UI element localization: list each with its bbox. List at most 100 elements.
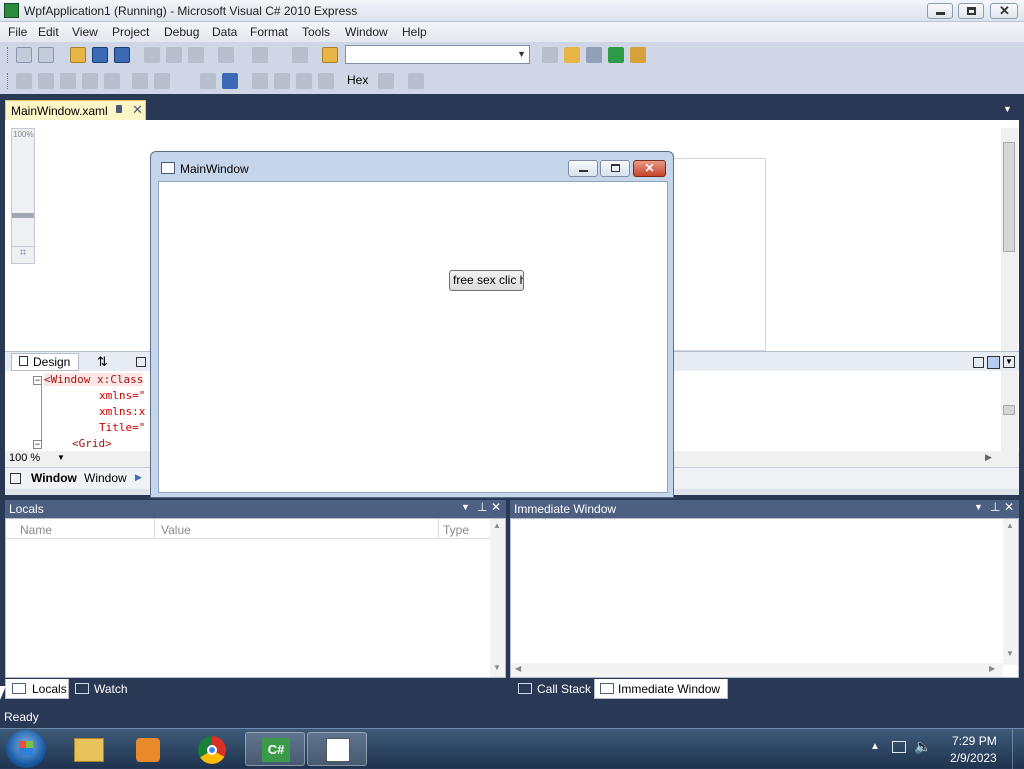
- collapse-pane-icon[interactable]: ▼: [1003, 356, 1015, 368]
- immediate-editor[interactable]: ▲ ▼ ◀ ▶: [510, 518, 1019, 678]
- bring-front-icon[interactable]: [104, 73, 120, 89]
- undo-icon[interactable]: [218, 47, 234, 63]
- menu-edit[interactable]: Edit: [38, 25, 59, 39]
- menu-debug[interactable]: Debug: [164, 25, 199, 39]
- chevron-right-icon[interactable]: ▶: [135, 472, 142, 483]
- menu-file[interactable]: File: [8, 25, 27, 39]
- running-window-button[interactable]: free sex clic h: [449, 270, 524, 291]
- scroll-right-icon[interactable]: ▶: [985, 452, 992, 463]
- step-into-icon[interactable]: [274, 73, 290, 89]
- menu-tools[interactable]: Tools: [302, 25, 330, 39]
- size-icon[interactable]: [38, 73, 54, 89]
- tools-icon[interactable]: [586, 47, 602, 63]
- toolbar-grip[interactable]: [7, 47, 10, 63]
- close-panel-icon[interactable]: ✕: [491, 500, 501, 514]
- paste-icon[interactable]: [188, 47, 204, 63]
- toolbar-grip[interactable]: [7, 73, 10, 89]
- tab-watch[interactable]: Watch: [71, 679, 141, 699]
- show-desktop-button[interactable]: [1012, 729, 1024, 769]
- close-button[interactable]: ✕: [990, 3, 1018, 19]
- zoom-slider-thumb[interactable]: [12, 213, 34, 218]
- zoom-slider[interactable]: 100%: [11, 128, 35, 248]
- tab-locals[interactable]: Locals: [5, 679, 69, 699]
- vertical-split-icon[interactable]: [973, 357, 984, 368]
- designer-vscrollbar[interactable]: [1001, 128, 1018, 352]
- column-value[interactable]: Value: [161, 523, 191, 537]
- pin-icon[interactable]: ⊥: [477, 500, 487, 514]
- pointer-icon[interactable]: [60, 73, 76, 89]
- taskbar-vs-express[interactable]: C#: [245, 732, 305, 766]
- scrollbar-thumb[interactable]: [1003, 405, 1015, 415]
- save-all-icon[interactable]: [114, 47, 130, 63]
- swap-panes-icon[interactable]: ⇅: [97, 354, 108, 370]
- add-item-icon[interactable]: [38, 47, 54, 63]
- continue-icon[interactable]: [200, 73, 216, 89]
- font-icon[interactable]: [82, 73, 98, 89]
- doc-tab-mainwindow[interactable]: MainWindow.xaml ✕: [5, 100, 146, 121]
- xaml-vscrollbar[interactable]: [1001, 371, 1018, 451]
- menu-project[interactable]: Project: [112, 25, 149, 39]
- close-panel-icon[interactable]: ✕: [1004, 500, 1014, 514]
- xaml-tab-icon[interactable]: [136, 357, 146, 367]
- menu-format[interactable]: Format: [250, 25, 288, 39]
- running-close-button[interactable]: ✕: [633, 160, 666, 177]
- immediate-vscrollbar[interactable]: ▲ ▼: [1003, 519, 1018, 665]
- menu-help[interactable]: Help: [402, 25, 427, 39]
- show-next-statement-icon[interactable]: [252, 73, 268, 89]
- close-tab-icon[interactable]: ✕: [132, 102, 143, 118]
- taskbar-wpf-app[interactable]: [307, 732, 367, 766]
- taskbar-explorer[interactable]: [58, 732, 118, 766]
- show-hidden-icons[interactable]: ▲: [870, 741, 880, 752]
- panel-menu-icon[interactable]: ▼: [974, 502, 983, 512]
- menu-window[interactable]: Window: [345, 25, 388, 39]
- step-over-icon[interactable]: [296, 73, 312, 89]
- comment-icon[interactable]: [132, 73, 148, 89]
- breadcrumb-root[interactable]: Window: [31, 471, 77, 485]
- redo-icon[interactable]: [252, 47, 268, 63]
- scrollbar-thumb[interactable]: [1003, 142, 1015, 252]
- copy-icon[interactable]: [166, 47, 182, 63]
- clock-time[interactable]: 7:29 PM: [952, 734, 997, 748]
- open-file-icon[interactable]: [70, 47, 86, 63]
- export-icon[interactable]: [608, 47, 624, 63]
- find-in-files-icon[interactable]: [322, 47, 338, 63]
- menu-data[interactable]: Data: [212, 25, 237, 39]
- column-name[interactable]: Name: [20, 523, 52, 537]
- volume-icon[interactable]: 🔈: [914, 738, 931, 755]
- fit-to-screen-icon[interactable]: ⌗: [11, 246, 35, 264]
- breakpoint-icon[interactable]: [378, 73, 394, 89]
- document-outline-icon[interactable]: [10, 473, 21, 484]
- hex-toggle[interactable]: Hex: [347, 73, 368, 87]
- output-icon[interactable]: [408, 73, 424, 89]
- breadcrumb-current[interactable]: Window: [84, 471, 127, 485]
- start-button[interactable]: [6, 730, 46, 768]
- restore-button[interactable]: [958, 3, 984, 19]
- panel-menu-icon[interactable]: ▼: [461, 502, 470, 512]
- find-combo[interactable]: ▼: [345, 45, 530, 64]
- cut-icon[interactable]: [144, 47, 160, 63]
- chevron-down-icon[interactable]: ▼: [57, 453, 65, 462]
- save-icon[interactable]: [92, 47, 108, 63]
- properties-icon[interactable]: [564, 47, 580, 63]
- stop-debugging-icon[interactable]: [222, 73, 238, 89]
- collapse-icon[interactable]: −: [33, 440, 42, 449]
- tab-design[interactable]: Design: [33, 355, 70, 369]
- clock-date[interactable]: 2/9/2023: [950, 751, 997, 765]
- taskbar-chrome[interactable]: [182, 732, 242, 766]
- running-maximize-button[interactable]: [600, 160, 630, 177]
- minimize-button[interactable]: [927, 3, 953, 19]
- column-type[interactable]: Type: [443, 523, 469, 537]
- network-icon[interactable]: [892, 741, 906, 753]
- pin-icon[interactable]: ⊥: [990, 500, 1000, 514]
- uncomment-icon[interactable]: [154, 73, 170, 89]
- taskbar-media-player[interactable]: [118, 732, 178, 766]
- immediate-hscrollbar[interactable]: ◀ ▶: [511, 663, 1003, 677]
- tab-immediate[interactable]: Immediate Window: [594, 679, 728, 699]
- new-project-icon[interactable]: [16, 47, 32, 63]
- start-debugging-icon[interactable]: [292, 47, 308, 63]
- horizontal-split-icon[interactable]: [987, 356, 1000, 369]
- step-out-icon[interactable]: [318, 73, 334, 89]
- menu-view[interactable]: View: [72, 25, 98, 39]
- align-icon[interactable]: [16, 73, 32, 89]
- database-icon[interactable]: [630, 47, 646, 63]
